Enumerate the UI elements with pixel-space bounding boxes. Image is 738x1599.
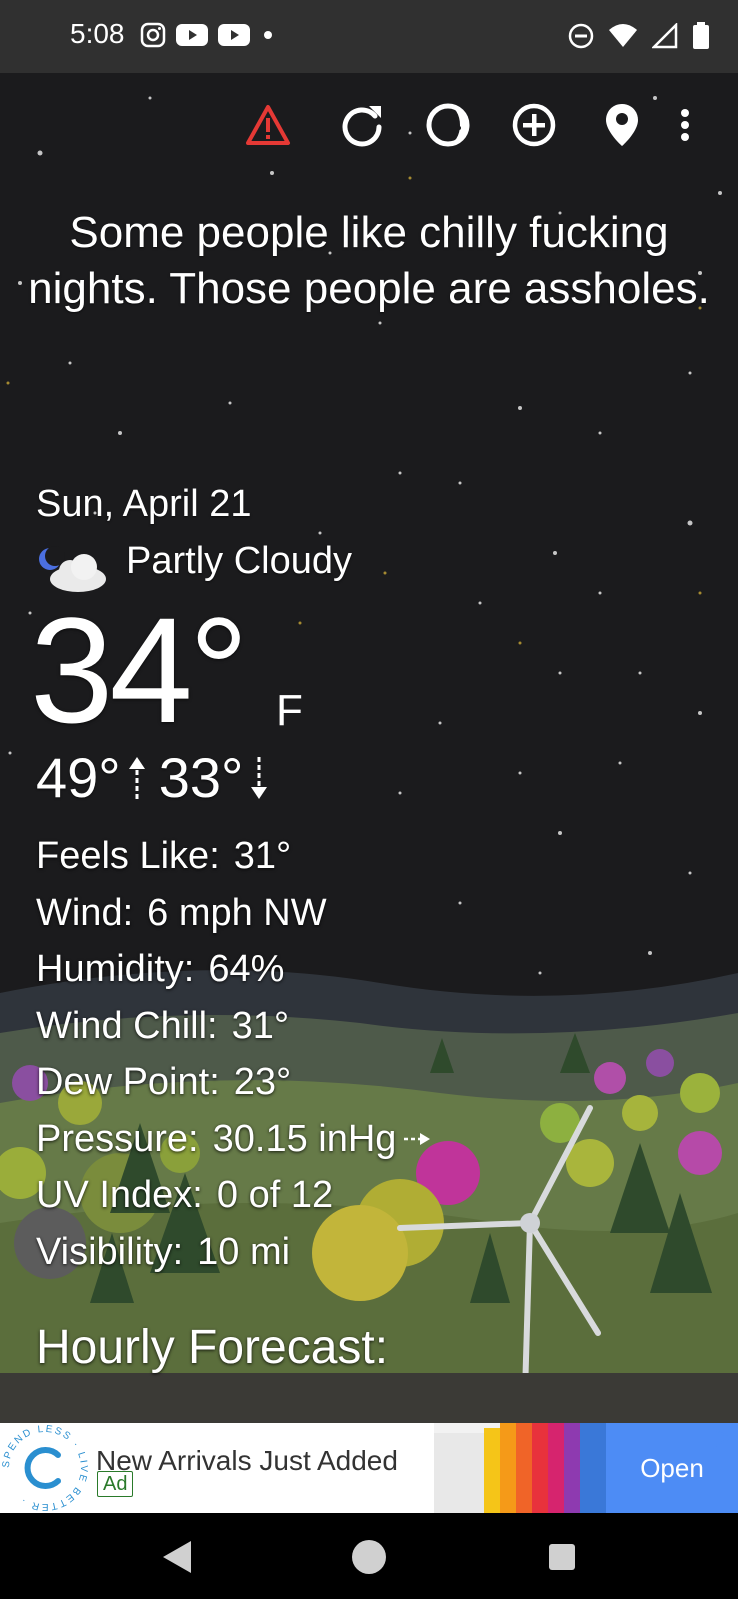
instagram-icon [140, 22, 166, 48]
detail-label: Humidity: [36, 948, 195, 990]
arrow-down-icon [251, 757, 268, 799]
home-icon[interactable] [347, 1535, 391, 1579]
detail-value: 30.15 inHg [212, 1117, 397, 1160]
detail-value: 31° [233, 835, 292, 877]
detail-wind-chill: Wind Chill: 31° [36, 998, 432, 1055]
detail-value: 64% [208, 948, 285, 990]
warning-icon[interactable] [240, 97, 296, 153]
temperature-unit: F [276, 686, 303, 735]
ad-headline[interactable]: New Arrivals Just Added [96, 1445, 398, 1477]
detail-label: Wind Chill: [36, 1004, 218, 1047]
detail-value: 6 mph NW [147, 891, 327, 934]
hourly-forecast-heading: Hourly Forecast: [36, 1321, 389, 1374]
detail-value: 31° [231, 1004, 290, 1047]
status-notification-icons [140, 22, 276, 48]
weather-quote: Some people like chilly fucking nights. … [28, 208, 710, 313]
detail-wind: Wind: 6 mph NW [36, 885, 432, 942]
more-vert-icon[interactable] [670, 97, 700, 153]
moon-phase-icon[interactable] [420, 97, 476, 153]
pressure-steady-arrow-icon [404, 1132, 431, 1145]
add-location-icon[interactable] [506, 97, 562, 153]
detail-label: Visibility: [36, 1230, 184, 1273]
youtube-icon [176, 24, 208, 46]
detail-label: Pressure: [36, 1117, 199, 1160]
high-low-temps: 49° 33° [36, 748, 281, 808]
weather-details: Feels Like: 31° Wind: 6 mph NW Humidity: 64… [36, 828, 432, 1280]
detail-value: 23° [233, 1061, 292, 1103]
cell-signal-icon [652, 23, 678, 49]
high-temp: 49° [36, 746, 121, 809]
back-icon[interactable] [154, 1535, 198, 1579]
detail-label: Wind: [36, 891, 134, 934]
system-nav-bar [0, 1513, 738, 1599]
ad-image-tshirts[interactable] [434, 1423, 606, 1513]
battery-icon [693, 22, 709, 49]
current-date: Sun, April 21 [36, 483, 252, 525]
detail-value: 0 of 12 [216, 1174, 334, 1216]
detail-humidity: Humidity: 64% [36, 941, 432, 998]
detail-label: UV Index: [36, 1174, 203, 1216]
condition-text: Partly Cloudy [126, 540, 352, 582]
current-temperature: 34° [30, 586, 249, 754]
toolbar [0, 97, 738, 157]
advertiser-logo[interactable]: SPEND LESS · LIVE BETTER · [0, 1423, 90, 1513]
detail-visibility: Visibility: 10 mi [36, 1224, 432, 1281]
status-system-icons [568, 22, 710, 50]
ad-choices-icon[interactable] [710, 1427, 732, 1454]
detail-label: Dew Point: [36, 1061, 220, 1103]
arrow-up-icon [128, 757, 145, 799]
detail-pressure: Pressure: 30.15 inHg [36, 1111, 432, 1168]
detail-dew-point: Dew Point: 23° [36, 1054, 432, 1111]
detail-value: 10 mi [197, 1230, 291, 1273]
detail-feels-like: Feels Like: 31° [36, 828, 432, 885]
ad-badge: Ad [97, 1471, 134, 1497]
location-pin-icon[interactable] [594, 97, 650, 153]
detail-uv-index: UV Index: 0 of 12 [36, 1167, 432, 1224]
svg-text:SPEND LESS · LIVE BETTER ·: SPEND LESS · LIVE BETTER · [1, 1424, 89, 1512]
ad-banner[interactable]: SPEND LESS · LIVE BETTER · New Arrivals … [0, 1423, 738, 1513]
refresh-icon[interactable] [334, 97, 390, 153]
status-bar: 5:08 [0, 0, 738, 73]
wifi-icon [609, 24, 637, 47]
detail-label: Feels Like: [36, 835, 220, 877]
youtube-icon [218, 24, 250, 46]
do-not-disturb-icon [568, 23, 594, 49]
low-temp: 33° [158, 746, 244, 809]
status-time: 5:08 [70, 18, 125, 49]
dot-icon [264, 31, 272, 39]
recents-icon[interactable] [540, 1535, 584, 1579]
